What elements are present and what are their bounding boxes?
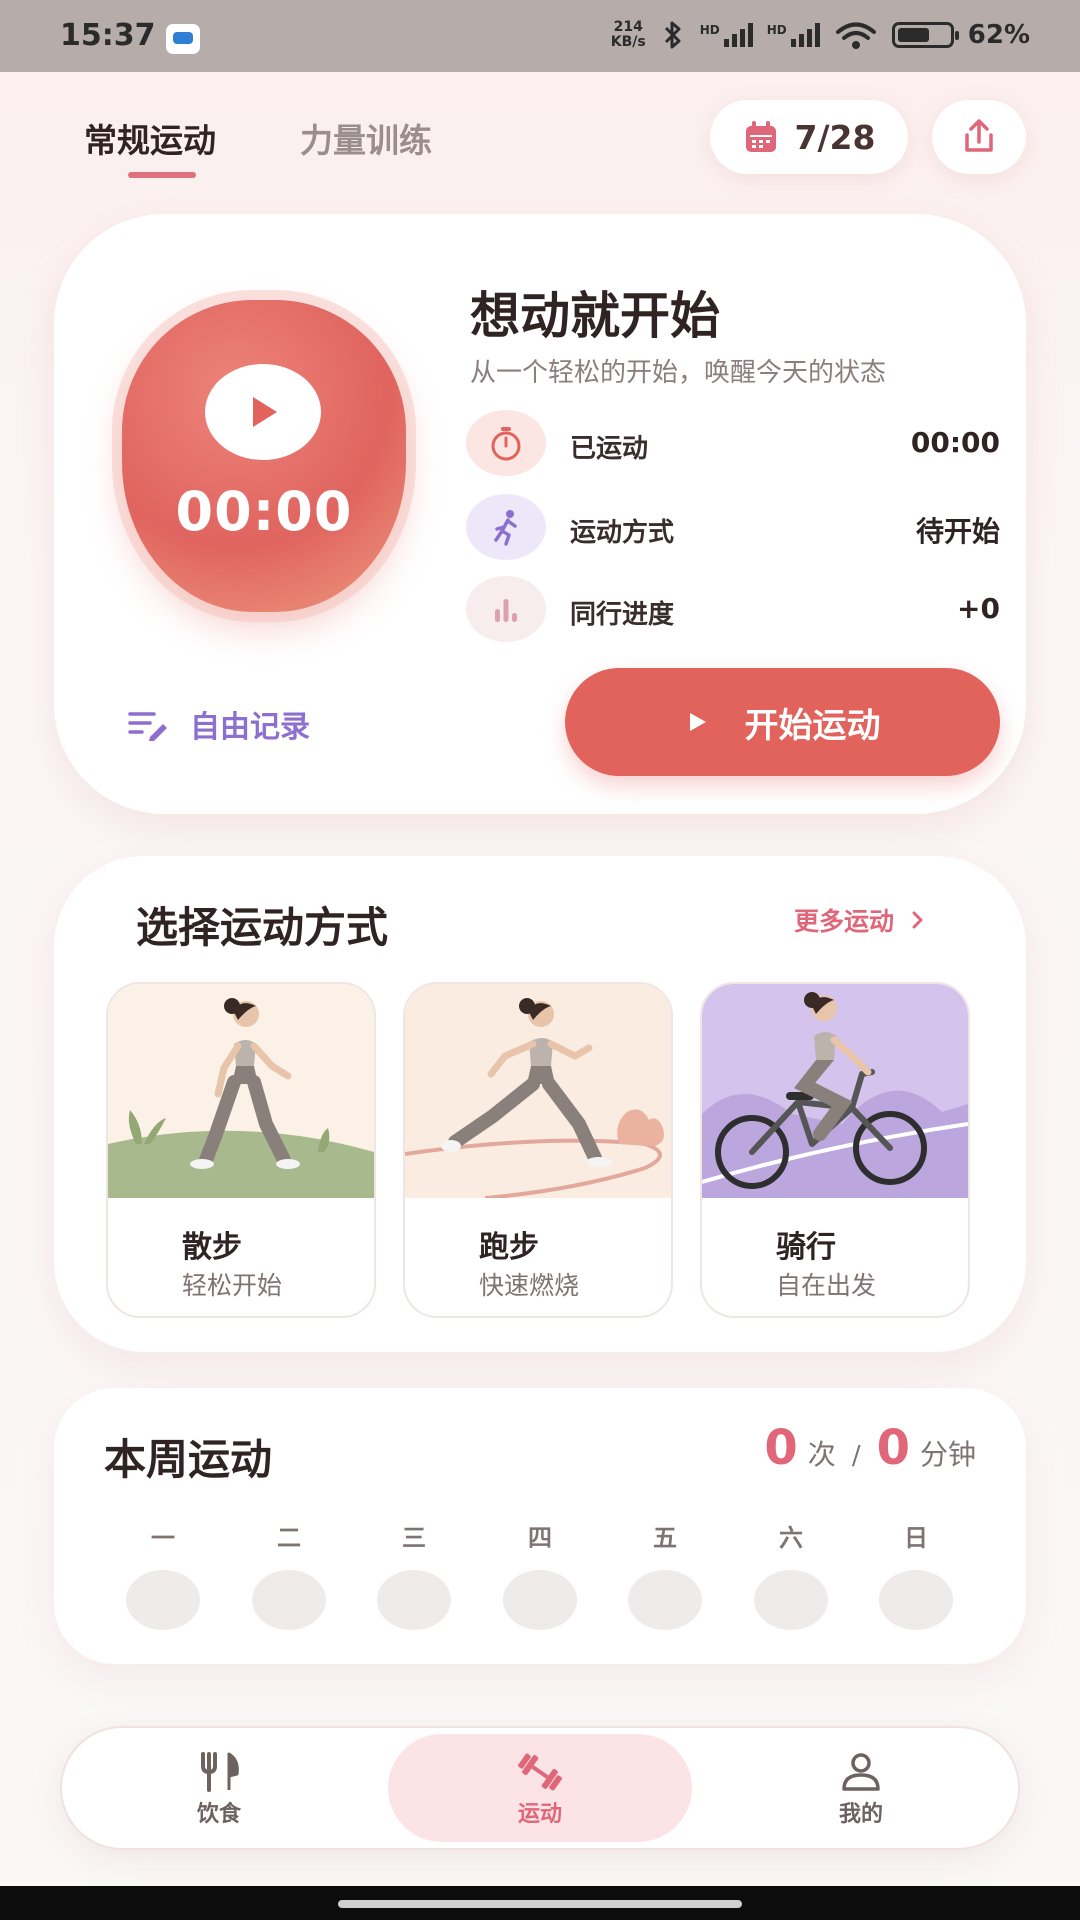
status-time: 15:37 — [60, 18, 156, 53]
day-dot-sun — [879, 1570, 953, 1630]
free-record-button[interactable]: 自由记录 — [126, 702, 310, 746]
bar-chart-icon — [466, 576, 546, 642]
running-icon — [466, 494, 546, 560]
stat-label: 运动方式 — [570, 518, 675, 548]
day-dot-fri — [628, 1570, 702, 1630]
day-label-mon: 一 — [151, 1524, 175, 1552]
day-dot-thu — [503, 1570, 577, 1630]
exercise-name: 跑步 — [479, 1230, 539, 1265]
nav-label: 我的 — [838, 1802, 883, 1827]
signal-icon-1: HD — [700, 23, 753, 47]
free-record-label: 自由记录 — [190, 710, 310, 745]
nav-label: 饮食 — [196, 1802, 241, 1827]
weekly-separator: / — [851, 1441, 861, 1471]
status-indicators: 214 KB/s HD HD 62% — [610, 19, 1030, 51]
day-dot-sat — [754, 1570, 828, 1630]
edit-list-icon — [128, 712, 167, 741]
active-tab-indicator — [128, 172, 196, 178]
stopwatch-icon — [466, 410, 546, 476]
start-exercise-button[interactable]: 开始运动 — [565, 668, 1000, 776]
walking-illustration — [108, 984, 374, 1198]
network-speed: 214 KB/s — [610, 19, 646, 50]
hero-title: 想动就开始 — [470, 287, 720, 345]
weekly-count: 0 — [764, 1420, 798, 1476]
battery-percent: 62% — [967, 20, 1030, 50]
exercise-desc: 自在出发 — [776, 1271, 877, 1300]
more-exercises-link[interactable]: 更多运动 — [794, 902, 926, 938]
stat-row-progress: 同行进度 +0 — [466, 576, 1000, 642]
nav-item-exercise[interactable]: 运动 — [460, 1752, 620, 1828]
stat-value: 00:00 — [910, 426, 1000, 459]
timer-display: 00:00 — [175, 480, 353, 543]
user-icon — [842, 1753, 880, 1791]
weekly-count-unit: 次 — [807, 1438, 836, 1471]
dumbbell-icon — [518, 1753, 562, 1791]
play-icon — [689, 713, 706, 731]
stat-value: 待开始 — [915, 515, 1000, 548]
day-label-sat: 六 — [779, 1524, 803, 1552]
running-illustration — [405, 984, 671, 1198]
tab-regular-exercise[interactable]: 常规运动 — [84, 114, 216, 162]
stat-label: 已运动 — [570, 434, 649, 464]
hero-subtitle: 从一个轻松的开始，唤醒今天的状态 — [470, 358, 887, 388]
day-label-thu: 四 — [528, 1524, 552, 1552]
bluetooth-icon — [664, 21, 681, 49]
home-indicator[interactable] — [338, 1900, 742, 1908]
stat-label: 同行进度 — [570, 600, 675, 630]
exercise-page: 15:37 214 KB/s HD HD 62% 常规运动 力量训练 7/28 … — [0, 0, 1080, 1920]
date-picker-button[interactable]: 7/28 — [710, 100, 908, 174]
day-label-sun: 日 — [904, 1524, 928, 1552]
exercise-name: 散步 — [182, 1230, 242, 1265]
share-button[interactable] — [932, 100, 1026, 174]
play-icon — [253, 397, 277, 427]
day-label-wed: 三 — [402, 1524, 426, 1552]
weekly-stats: 0 次 / 0 分钟 — [764, 1420, 976, 1476]
battery-level — [897, 28, 929, 42]
chevron-right-icon — [912, 911, 923, 929]
tab-strength-training[interactable]: 力量训练 — [300, 114, 432, 162]
exercise-tile-cycling[interactable]: 骑行 自在出发 — [700, 982, 970, 1318]
exercise-desc: 快速燃烧 — [479, 1271, 580, 1300]
nav-label: 运动 — [517, 1802, 562, 1827]
section-title: 选择运动方式 — [136, 903, 389, 952]
weekly-minutes: 0 — [876, 1420, 910, 1476]
signal-icon-2: HD — [767, 23, 820, 47]
day-label-fri: 五 — [653, 1524, 677, 1552]
play-button[interactable] — [205, 364, 321, 460]
weekly-title: 本周运动 — [104, 1435, 273, 1484]
start-exercise-label: 开始运动 — [744, 705, 881, 746]
calendar-icon — [745, 121, 776, 152]
share-icon — [965, 119, 993, 152]
fork-knife-icon — [201, 1752, 239, 1792]
exercise-tile-running[interactable]: 跑步 快速燃烧 — [403, 982, 673, 1318]
day-dot-tue — [252, 1570, 326, 1630]
day-label-tue: 二 — [277, 1524, 301, 1552]
nav-item-diet[interactable]: 饮食 — [139, 1752, 299, 1828]
stat-value: +0 — [957, 592, 1000, 625]
day-dot-wed — [377, 1570, 451, 1630]
notification-app-icon — [166, 24, 200, 54]
status-bar: 15:37 214 KB/s HD HD 62% — [0, 0, 1080, 72]
wifi-icon — [835, 22, 876, 49]
nav-item-profile[interactable]: 我的 — [781, 1752, 941, 1828]
exercise-name: 骑行 — [776, 1230, 836, 1265]
cycling-illustration — [702, 984, 968, 1198]
exercise-tile-walking[interactable]: 散步 轻松开始 — [106, 982, 376, 1318]
battery-icon — [891, 22, 959, 48]
exercise-desc: 轻松开始 — [182, 1271, 283, 1300]
stat-row-mode: 运动方式 待开始 — [466, 494, 1000, 560]
stat-row-elapsed: 已运动 00:00 — [466, 410, 1000, 476]
date-label: 7/28 — [794, 117, 876, 157]
weekly-minutes-unit: 分钟 — [919, 1438, 976, 1471]
day-dot-mon — [126, 1570, 200, 1630]
